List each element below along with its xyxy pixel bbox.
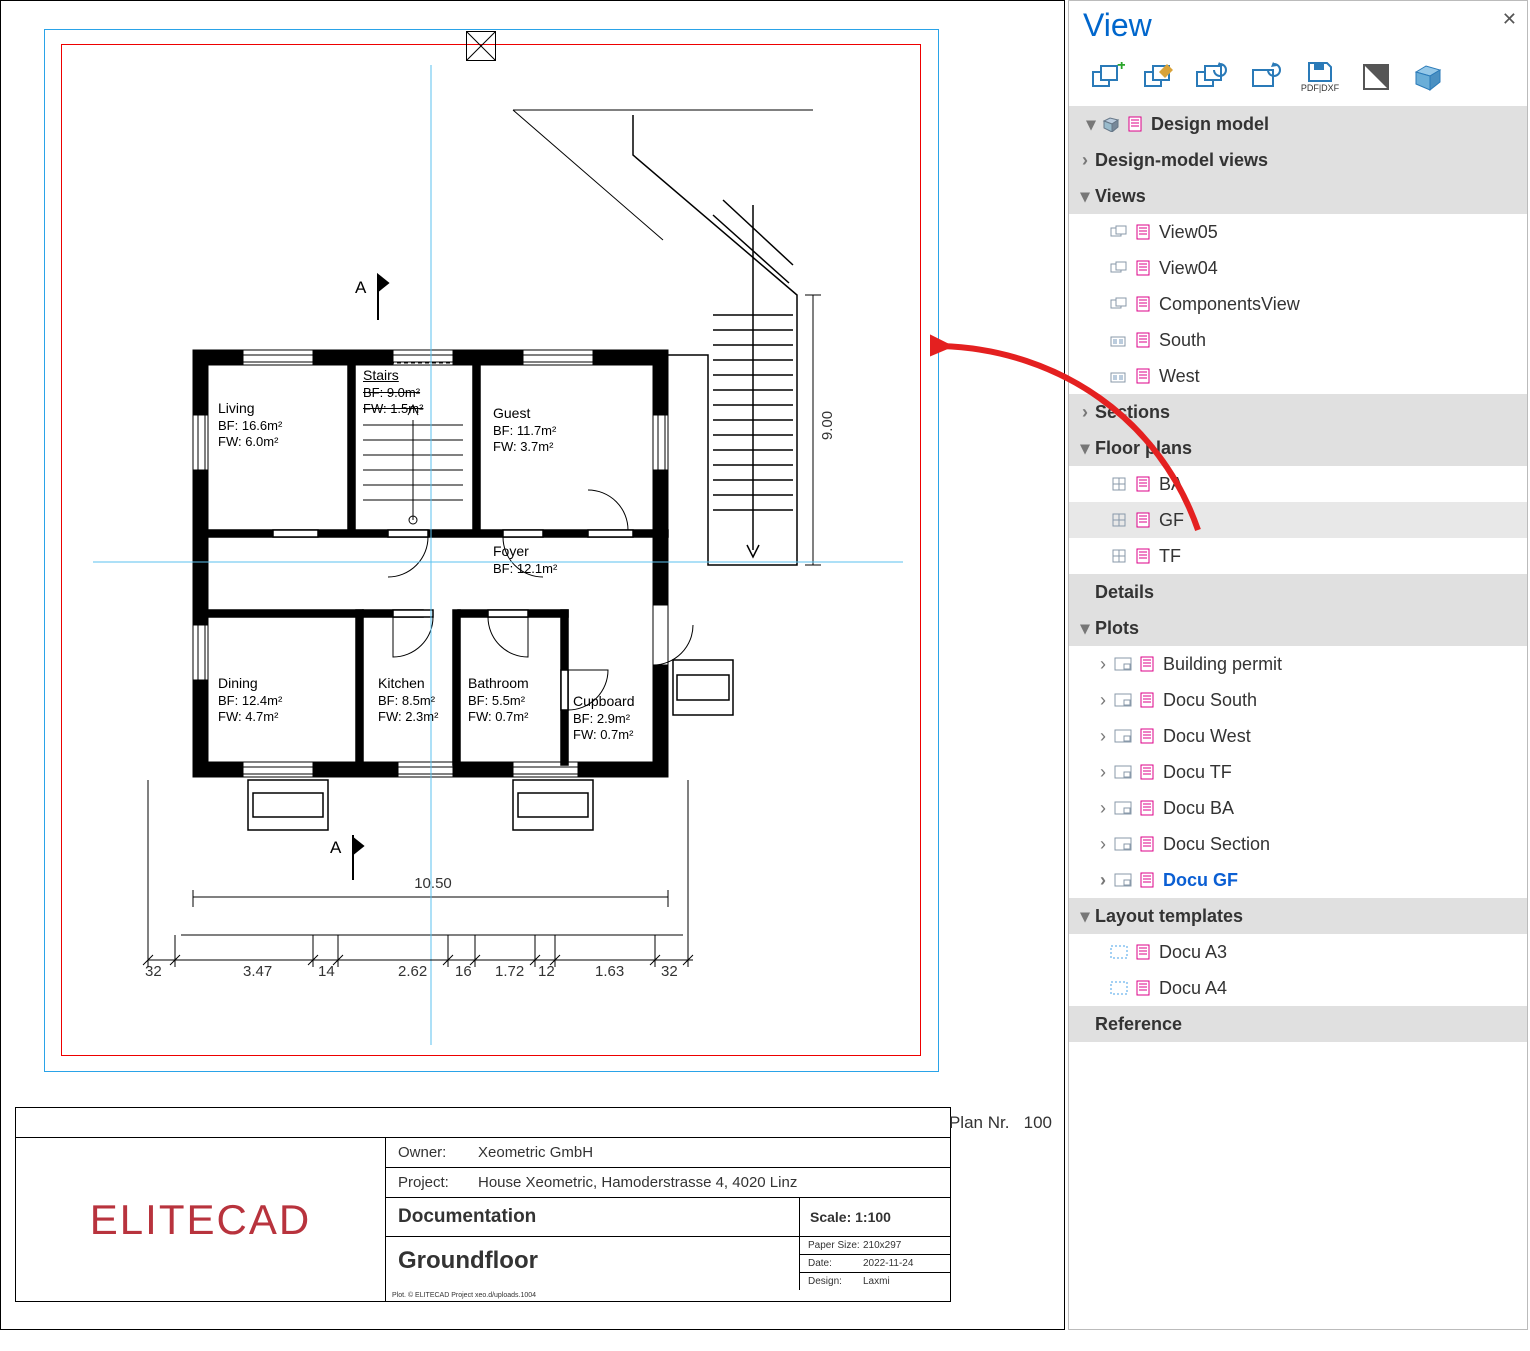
list-icon <box>1133 258 1153 278</box>
logo: ELITECAD <box>16 1138 386 1301</box>
project-label: Project: <box>398 1174 478 1191</box>
elevation-icon <box>1109 330 1129 350</box>
papersize-label: Paper Size: <box>808 1240 863 1251</box>
node-docu-section[interactable]: ›Docu Section <box>1069 826 1527 862</box>
plot-icon <box>1113 654 1133 674</box>
list-icon <box>1137 798 1157 818</box>
view-icon <box>1109 258 1129 278</box>
contrast-icon[interactable] <box>1357 58 1395 96</box>
save-pdf-dxf-icon[interactable]: PDF|DXF <box>1297 58 1343 96</box>
node-view04[interactable]: View04 <box>1069 250 1527 286</box>
plan-icon <box>1109 474 1129 494</box>
node-sections[interactable]: ›Sections <box>1069 394 1527 430</box>
node-details[interactable]: ›Details <box>1069 574 1527 610</box>
drawing-canvas[interactable]: Living BF: 16.6m²FW: 6.0m² Stairs BF: 9.… <box>0 0 1065 1330</box>
titleblock-note: Plot. © ELITECAD Project xeo.d/uploads.1… <box>386 1290 950 1301</box>
view-icon <box>1109 222 1129 242</box>
list-icon <box>1133 294 1153 314</box>
template-icon <box>1109 978 1129 998</box>
node-docu-a4[interactable]: Docu A4 <box>1069 970 1527 1006</box>
documentation-label: Documentation <box>386 1198 800 1236</box>
node-docu-a3[interactable]: Docu A3 <box>1069 934 1527 970</box>
node-ba[interactable]: BA <box>1069 466 1527 502</box>
panel-title: View <box>1069 1 1527 50</box>
refresh-view-icon[interactable] <box>1193 58 1231 96</box>
floor-plan-stage: Living BF: 16.6m²FW: 6.0m² Stairs BF: 9.… <box>93 65 903 1045</box>
node-docu-tf[interactable]: ›Docu TF <box>1069 754 1527 790</box>
plot-icon <box>1113 870 1133 890</box>
list-icon <box>1137 762 1157 782</box>
design-value: Laxmi <box>863 1276 890 1287</box>
edit-view-icon[interactable] <box>1141 58 1179 96</box>
node-componentsview[interactable]: ComponentsView <box>1069 286 1527 322</box>
list-icon <box>1133 942 1153 962</box>
scale-value: 1:100 <box>855 1209 891 1225</box>
project-value: House Xeometric, Hamoderstrasse 4, 4020 … <box>478 1174 797 1191</box>
dim-bottom-ticks <box>93 65 903 1045</box>
list-icon <box>1137 690 1157 710</box>
plan-icon <box>1109 510 1129 530</box>
list-icon <box>1133 546 1153 566</box>
node-design-model-views[interactable]: ›Design-model views <box>1069 142 1527 178</box>
node-docu-west[interactable]: ›Docu West <box>1069 718 1527 754</box>
node-views[interactable]: ▾Views <box>1069 178 1527 214</box>
owner-label: Owner: <box>398 1144 478 1161</box>
svg-text:+: + <box>1117 62 1125 74</box>
list-icon <box>1133 222 1153 242</box>
list-icon <box>1133 510 1153 530</box>
design-label: Design: <box>808 1276 863 1287</box>
list-icon <box>1137 834 1157 854</box>
node-gf[interactable]: GF <box>1069 502 1527 538</box>
close-icon[interactable]: ✕ <box>1502 9 1517 30</box>
list-icon <box>1133 366 1153 386</box>
node-south[interactable]: South <box>1069 322 1527 358</box>
node-design-model[interactable]: ▾ Design model <box>1069 106 1527 142</box>
node-docu-ba[interactable]: ›Docu BA <box>1069 790 1527 826</box>
owner-value: Xeometric GmbH <box>478 1144 593 1161</box>
node-docu-south[interactable]: ›Docu South <box>1069 682 1527 718</box>
list-icon <box>1133 978 1153 998</box>
refresh-all-icon[interactable] <box>1245 58 1283 96</box>
plan-icon <box>1109 546 1129 566</box>
plot-icon <box>1113 690 1133 710</box>
model-3d-icon[interactable] <box>1409 58 1447 96</box>
list-icon <box>1125 114 1145 134</box>
node-plots[interactable]: ▾Plots <box>1069 610 1527 646</box>
date-label: Date: <box>808 1258 863 1269</box>
node-west[interactable]: West <box>1069 358 1527 394</box>
elevation-icon <box>1109 366 1129 386</box>
plan-nr: Plan Nr. 100 <box>949 1113 1052 1133</box>
plot-icon <box>1113 762 1133 782</box>
list-icon <box>1137 654 1157 674</box>
panel-toolbar: + PDF|DXF <box>1069 50 1527 106</box>
node-view05[interactable]: View05 <box>1069 214 1527 250</box>
list-icon <box>1137 726 1157 746</box>
list-icon <box>1137 870 1157 890</box>
view-tree[interactable]: ▾ Design model ›Design-model views ▾View… <box>1069 106 1527 1042</box>
view-icon <box>1109 294 1129 314</box>
floor-label: Groundfloor <box>386 1237 800 1290</box>
plot-icon <box>1113 726 1133 746</box>
model-icon <box>1101 114 1121 134</box>
view-panel: View ✕ + PDF|DXF ▾ Design model ›Design-… <box>1068 0 1528 1330</box>
plot-icon <box>1113 834 1133 854</box>
template-icon <box>1109 942 1129 962</box>
list-icon <box>1133 474 1153 494</box>
node-floor-plans[interactable]: ▾Floor plans <box>1069 430 1527 466</box>
node-layout-templates[interactable]: ▾Layout templates <box>1069 898 1527 934</box>
scale-label: Scale: <box>810 1209 851 1225</box>
plot-icon <box>1113 798 1133 818</box>
north-marker <box>466 31 496 61</box>
titleblock: ELITECAD Owner:Xeometric GmbH Project:Ho… <box>15 1107 951 1302</box>
date-value: 2022-11-24 <box>863 1258 913 1269</box>
new-view-icon[interactable]: + <box>1089 58 1127 96</box>
node-docu-gf[interactable]: ›Docu GF <box>1069 862 1527 898</box>
list-icon <box>1133 330 1153 350</box>
node-reference[interactable]: ›Reference <box>1069 1006 1527 1042</box>
papersize-value: 210x297 <box>863 1240 901 1251</box>
node-building-permit[interactable]: ›Building permit <box>1069 646 1527 682</box>
node-tf[interactable]: TF <box>1069 538 1527 574</box>
